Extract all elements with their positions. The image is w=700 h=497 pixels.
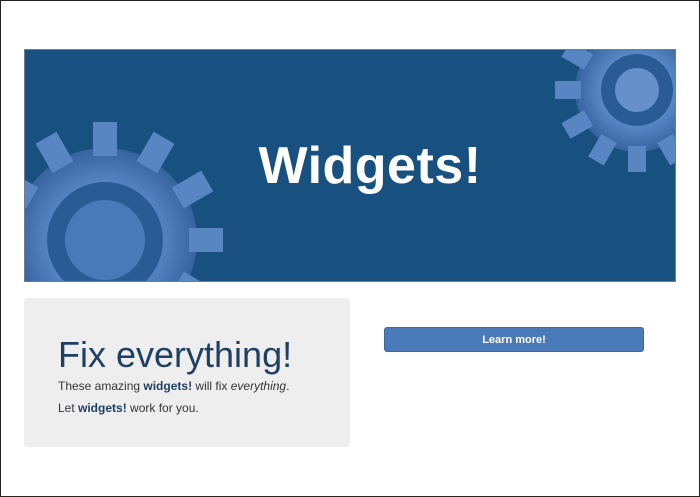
banner-title: Widgets!: [258, 136, 482, 195]
text-segment: .: [286, 379, 290, 393]
card-text-line-2: Let widgets! work for you.: [58, 401, 199, 415]
text-segment: These amazing: [58, 379, 144, 393]
text-segment: will fix: [192, 379, 231, 393]
text-segment: Let: [58, 401, 79, 415]
emphasis-text: everything: [230, 379, 287, 393]
feature-card: Fix everything! These amazing widgets! w…: [24, 298, 350, 447]
learn-more-button[interactable]: Learn more!: [384, 327, 644, 352]
card-text-line-1: These amazing widgets! will fix everythi…: [58, 379, 289, 393]
text-segment: work for you.: [126, 401, 199, 415]
hero-banner: Widgets!: [24, 49, 676, 282]
card-heading: Fix everything!: [58, 334, 293, 375]
brand-name: widgets!: [78, 401, 127, 415]
brand-name: widgets!: [143, 379, 193, 393]
